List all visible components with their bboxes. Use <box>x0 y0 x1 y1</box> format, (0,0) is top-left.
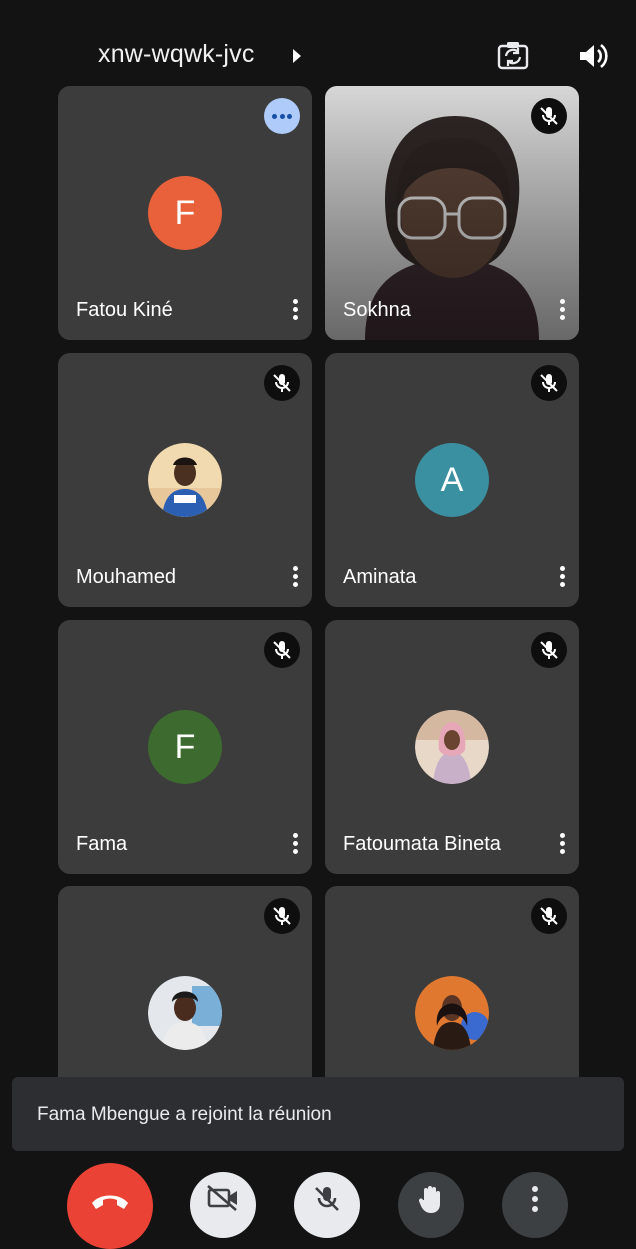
tile-menu-icon[interactable] <box>288 830 302 860</box>
participant-tile[interactable]: F Fama <box>58 620 312 874</box>
participant-tile[interactable]: Fatoumata Bineta <box>325 620 579 874</box>
end-call-button[interactable] <box>67 1163 153 1249</box>
raise-hand-button[interactable] <box>398 1172 464 1238</box>
participant-name: Aminata <box>343 566 417 588</box>
participant-tile[interactable]: Sokhna <box>325 86 579 340</box>
avatar-photo <box>148 976 222 1050</box>
end-call-icon <box>92 1195 128 1209</box>
meeting-header: xnw-wqwk-jvc <box>0 0 636 84</box>
chevron-right-icon[interactable] <box>293 49 301 63</box>
camera-off-icon <box>207 1185 237 1211</box>
more-vert-icon <box>532 1186 538 1212</box>
mic-muted-icon <box>264 632 300 668</box>
tile-menu-icon[interactable] <box>288 296 302 326</box>
mic-off-icon <box>315 1187 339 1211</box>
tile-menu-icon[interactable] <box>555 296 569 326</box>
mic-toggle-button[interactable] <box>294 1172 360 1238</box>
tile-menu-icon[interactable] <box>555 830 569 860</box>
notification-text: Fama Mbengue a rejoint la réunion <box>37 1104 332 1125</box>
mic-muted-icon <box>531 98 567 134</box>
mic-muted-icon <box>264 898 300 934</box>
participant-tile[interactable]: A Aminata <box>325 353 579 607</box>
mic-muted-icon <box>531 898 567 934</box>
mic-muted-icon <box>531 365 567 401</box>
participant-tile[interactable]: F Fatou Kiné <box>58 86 312 340</box>
participant-name: Sokhna <box>343 299 411 321</box>
join-notification: Fama Mbengue a rejoint la réunion <box>12 1077 624 1151</box>
mic-muted-icon <box>264 365 300 401</box>
switch-camera-icon[interactable] <box>497 40 529 72</box>
participant-name: Mouhamed <box>76 566 177 588</box>
speaker-icon[interactable] <box>577 40 609 72</box>
avatar-photo <box>415 710 489 784</box>
avatar: F <box>148 176 222 250</box>
tile-menu-icon[interactable] <box>555 563 569 593</box>
tile-menu-icon[interactable] <box>288 563 302 593</box>
participant-name: Fatou Kiné <box>76 299 173 321</box>
mic-muted-icon <box>531 632 567 668</box>
avatar: A <box>415 443 489 517</box>
participant-tile[interactable]: Mouhamed <box>58 353 312 607</box>
participant-name: Fatoumata Bineta <box>343 833 501 855</box>
camera-toggle-button[interactable] <box>190 1172 256 1238</box>
meeting-code[interactable]: xnw-wqwk-jvc <box>98 40 255 69</box>
avatar: F <box>148 710 222 784</box>
avatar-photo <box>148 443 222 517</box>
participant-name: Fama <box>76 833 128 855</box>
more-controls-button[interactable] <box>502 1172 568 1238</box>
more-options-button[interactable] <box>264 98 300 134</box>
avatar-photo <box>415 976 489 1050</box>
raise-hand-icon <box>418 1186 440 1213</box>
